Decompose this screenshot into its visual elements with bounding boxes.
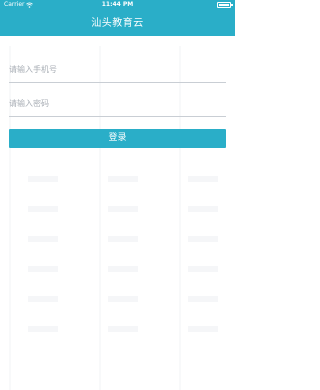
- password-input[interactable]: [9, 94, 226, 112]
- top-bar: Carrier 11:44 PM 汕头教育云: [0, 0, 235, 36]
- app-screen: Carrier 11:44 PM 汕头教育云 请输入手机号 登录: [0, 0, 235, 390]
- phone-input[interactable]: [9, 60, 226, 78]
- status-bar: Carrier 11:44 PM: [0, 0, 235, 10]
- battery-icon: [217, 2, 233, 8]
- login-button[interactable]: 登录: [9, 129, 226, 148]
- phone-field: [9, 54, 226, 83]
- password-field: [9, 88, 226, 117]
- page-title: 汕头教育云: [91, 18, 144, 29]
- status-time: 11:44 PM: [101, 1, 134, 8]
